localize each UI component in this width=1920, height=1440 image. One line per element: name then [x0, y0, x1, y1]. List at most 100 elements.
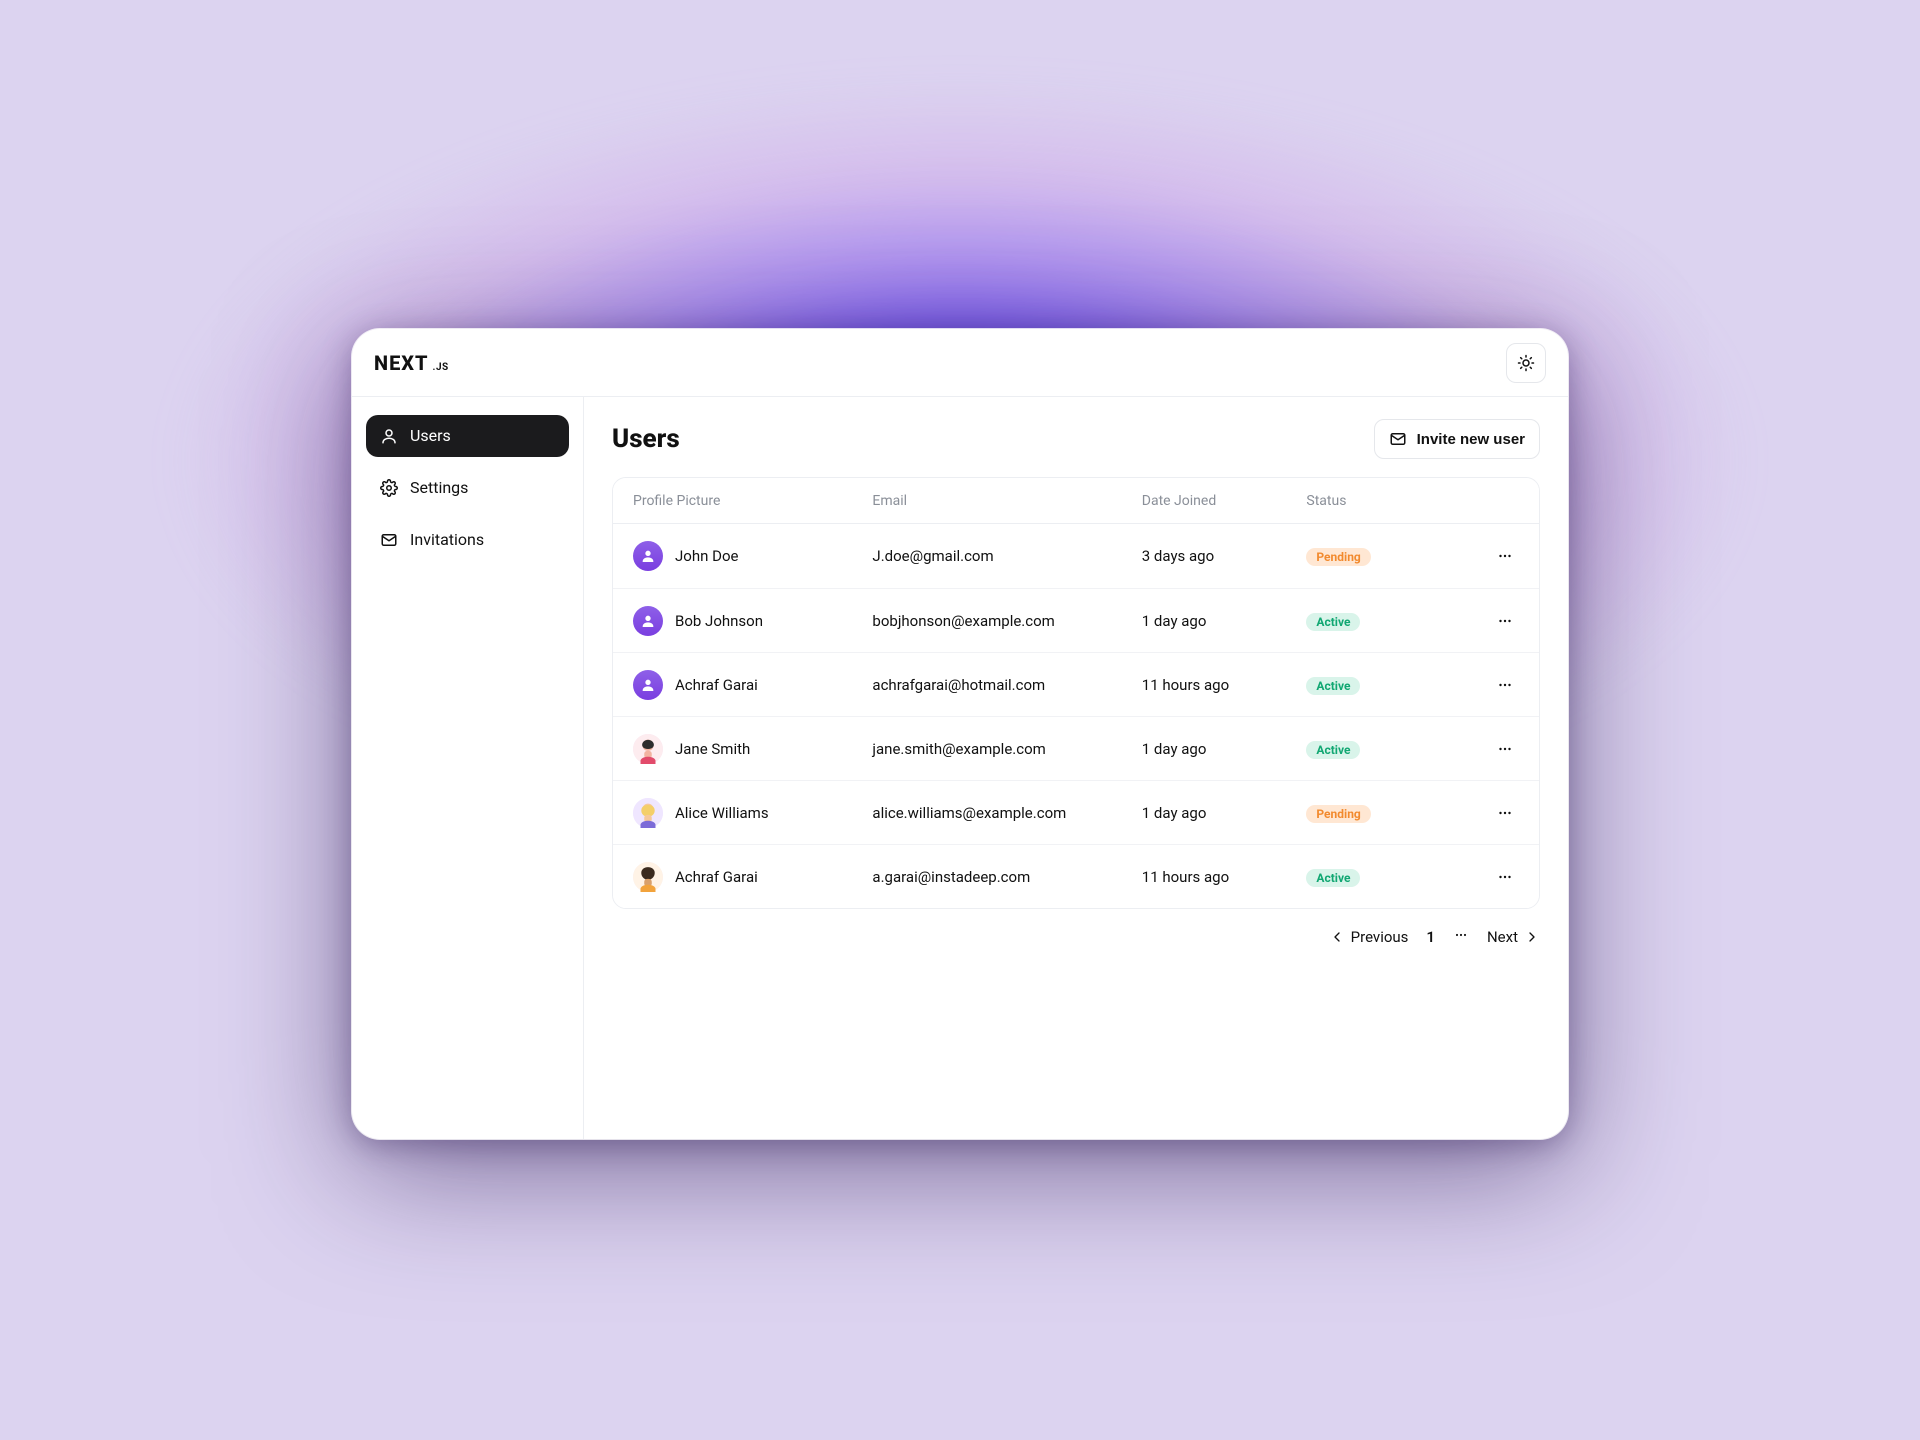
- brand-logo: NEXT .JS: [374, 351, 449, 375]
- brand-name: NEXT: [374, 351, 429, 375]
- col-joined: Date Joined: [1142, 493, 1307, 509]
- table-row: Achraf Garai achrafgarai@hotmail.com 11 …: [613, 652, 1539, 716]
- cell-joined: 11 hours ago: [1142, 676, 1307, 694]
- cell-status: Active: [1306, 611, 1471, 631]
- gear-icon: [380, 479, 398, 497]
- pagination: Previous 1 Next: [612, 927, 1540, 947]
- cell-email: jane.smith@example.com: [872, 740, 1141, 758]
- theme-toggle-button[interactable]: [1506, 343, 1546, 383]
- dots-icon: [1496, 547, 1514, 565]
- cell-user: Achraf Garai: [633, 670, 872, 700]
- cell-status: Pending: [1306, 803, 1471, 823]
- user-name: John Doe: [675, 547, 738, 565]
- status-badge: Pending: [1306, 805, 1370, 823]
- user-name: Alice Williams: [675, 804, 769, 822]
- chevron-left-icon: [1329, 929, 1345, 945]
- dots-icon: [1496, 868, 1514, 886]
- invite-button-label: Invite new user: [1417, 431, 1525, 448]
- dots-icon: [1453, 927, 1469, 943]
- cell-user: Jane Smith: [633, 734, 872, 764]
- sidebar-item-label: Users: [410, 428, 451, 444]
- status-badge: Active: [1306, 869, 1360, 887]
- avatar: [633, 670, 663, 700]
- status-badge: Active: [1306, 677, 1360, 695]
- main: Users Invite new user Profile Picture Em…: [584, 397, 1568, 1139]
- page-number[interactable]: 1: [1426, 928, 1435, 946]
- row-actions-button[interactable]: [1491, 607, 1519, 635]
- avatar: [633, 798, 663, 828]
- table-body: John Doe J.doe@gmail.com 3 days ago Pend…: [613, 524, 1539, 908]
- status-badge: Pending: [1306, 548, 1370, 566]
- table-row: Jane Smith jane.smith@example.com 1 day …: [613, 716, 1539, 780]
- cell-status: Active: [1306, 867, 1471, 887]
- cell-email: bobjhonson@example.com: [872, 612, 1141, 630]
- page-ellipsis: [1453, 927, 1469, 947]
- table-header: Profile Picture Email Date Joined Status: [613, 478, 1539, 524]
- col-profile: Profile Picture: [633, 493, 872, 509]
- table-row: Achraf Garai a.garai@instadeep.com 11 ho…: [613, 844, 1539, 908]
- mail-icon: [380, 531, 398, 549]
- next-button[interactable]: Next: [1487, 928, 1540, 946]
- user-icon: [380, 427, 398, 445]
- avatar: [633, 541, 663, 571]
- invite-new-user-button[interactable]: Invite new user: [1374, 419, 1540, 459]
- cell-user: Bob Johnson: [633, 606, 872, 636]
- sidebar-item-settings[interactable]: Settings: [366, 467, 569, 509]
- cell-email: a.garai@instadeep.com: [872, 868, 1141, 886]
- table-row: John Doe J.doe@gmail.com 3 days ago Pend…: [613, 524, 1539, 588]
- status-badge: Active: [1306, 613, 1360, 631]
- cell-user: Achraf Garai: [633, 862, 872, 892]
- col-status: Status: [1306, 493, 1471, 509]
- next-label: Next: [1487, 928, 1518, 946]
- cell-email: J.doe@gmail.com: [872, 547, 1141, 565]
- cell-joined: 1 day ago: [1142, 740, 1307, 758]
- cell-status: Pending: [1306, 546, 1471, 566]
- users-table: Profile Picture Email Date Joined Status…: [612, 477, 1540, 909]
- dots-icon: [1496, 676, 1514, 694]
- col-email: Email: [872, 493, 1141, 509]
- cell-joined: 3 days ago: [1142, 547, 1307, 565]
- user-name: Achraf Garai: [675, 676, 758, 694]
- avatar: [633, 734, 663, 764]
- page-title: Users: [612, 424, 680, 454]
- avatar: [633, 862, 663, 892]
- row-actions-button[interactable]: [1491, 735, 1519, 763]
- cell-joined: 1 day ago: [1142, 804, 1307, 822]
- row-actions-button[interactable]: [1491, 863, 1519, 891]
- avatar: [633, 606, 663, 636]
- user-name: Jane Smith: [675, 740, 750, 758]
- status-badge: Active: [1306, 741, 1360, 759]
- sidebar-item-users[interactable]: Users: [366, 415, 569, 457]
- sidebar-item-label: Invitations: [410, 532, 484, 548]
- cell-email: alice.williams@example.com: [872, 804, 1141, 822]
- cell-joined: 11 hours ago: [1142, 868, 1307, 886]
- user-name: Bob Johnson: [675, 612, 763, 630]
- row-actions-button[interactable]: [1491, 671, 1519, 699]
- topbar: NEXT .JS: [352, 329, 1568, 397]
- cell-status: Active: [1306, 675, 1471, 695]
- cell-user: John Doe: [633, 541, 872, 571]
- table-row: Bob Johnson bobjhonson@example.com 1 day…: [613, 588, 1539, 652]
- previous-label: Previous: [1351, 928, 1409, 946]
- dots-icon: [1496, 740, 1514, 758]
- dots-icon: [1496, 804, 1514, 822]
- row-actions-button[interactable]: [1491, 799, 1519, 827]
- sidebar-item-label: Settings: [410, 480, 468, 496]
- cell-email: achrafgarai@hotmail.com: [872, 676, 1141, 694]
- user-name: Achraf Garai: [675, 868, 758, 886]
- sidebar-item-invitations[interactable]: Invitations: [366, 519, 569, 561]
- previous-button[interactable]: Previous: [1329, 928, 1409, 946]
- app-window: NEXT .JS Users Settings Invitations: [352, 329, 1568, 1139]
- cell-status: Active: [1306, 739, 1471, 759]
- sidebar: Users Settings Invitations: [352, 397, 584, 1139]
- sun-icon: [1517, 354, 1535, 372]
- page-header: Users Invite new user: [612, 419, 1540, 459]
- dots-icon: [1496, 612, 1514, 630]
- body: Users Settings Invitations Users Invite …: [352, 397, 1568, 1139]
- row-actions-button[interactable]: [1491, 542, 1519, 570]
- table-row: Alice Williams alice.williams@example.co…: [613, 780, 1539, 844]
- chevron-right-icon: [1524, 929, 1540, 945]
- cell-joined: 1 day ago: [1142, 612, 1307, 630]
- cell-user: Alice Williams: [633, 798, 872, 828]
- mail-icon: [1389, 430, 1407, 448]
